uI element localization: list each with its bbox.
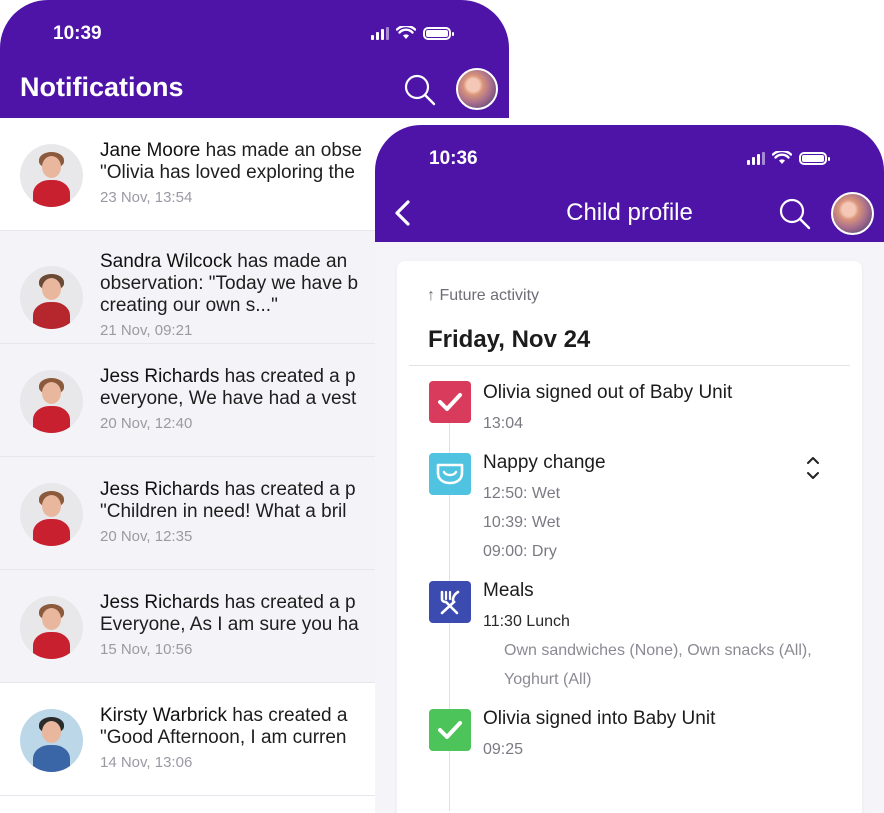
status-icons: [371, 26, 454, 40]
nappy-icon: [429, 453, 471, 495]
avatar[interactable]: [831, 192, 874, 235]
status-icons: [747, 151, 830, 165]
notification-text: has created a p: [219, 366, 356, 387]
sender-name: Kirsty Warbrick: [100, 705, 228, 726]
timestamp: 21 Nov, 09:21: [100, 322, 193, 339]
sender-name: Jane Moore: [100, 140, 201, 161]
timestamp: 20 Nov, 12:40: [100, 415, 193, 432]
avatar: [20, 596, 83, 659]
timestamp: 14 Nov, 13:06: [100, 754, 193, 771]
activity-time: 11:30 Lunch: [483, 613, 570, 630]
expand-collapse-icon[interactable]: [805, 454, 821, 487]
status-time: 10:39: [53, 23, 102, 44]
meal-details: Own sandwiches (None), Own snacks (All),…: [504, 642, 812, 688]
notification-preview: "Children in need! What a bril: [100, 501, 347, 522]
signal-icon: [371, 27, 389, 40]
avatar[interactable]: [456, 68, 498, 110]
activity-title: Olivia signed into Baby Unit: [483, 708, 716, 729]
avatar: [20, 370, 83, 433]
search-icon[interactable]: [403, 73, 437, 112]
avatar: [20, 709, 83, 772]
child-profile-header: 10:36 Child profile: [375, 125, 884, 242]
notification-preview: observation: "Today we have b: [100, 273, 359, 294]
checkbox-icon: [429, 709, 471, 751]
wifi-icon: [396, 26, 416, 40]
activity-time: 10:39: Wet: [483, 514, 561, 531]
activity-title: Nappy change: [483, 452, 606, 473]
activity-card: ↑ Future activity Friday, Nov 24 Olivia …: [397, 261, 862, 813]
notification-preview: creating our own s...": [100, 295, 278, 316]
avatar: [20, 144, 83, 207]
notification-text: has created a p: [219, 592, 356, 613]
timestamp: 23 Nov, 13:54: [100, 189, 193, 206]
notification-preview: everyone, We have had a vest: [100, 388, 357, 409]
notification-text: has made an obse: [200, 140, 362, 161]
notification-preview: "Olivia has loved exploring the: [100, 162, 355, 183]
avatar: [20, 483, 83, 546]
notification-text: has created a: [227, 705, 348, 726]
activity-time: 09:25: [483, 741, 524, 758]
sender-name: Jess Richards: [100, 366, 220, 387]
activity-time: 13:04: [483, 415, 524, 432]
timestamp: 20 Nov, 12:35: [100, 528, 193, 545]
battery-icon: [423, 27, 454, 40]
signal-icon: [747, 152, 765, 165]
notification-preview: "Good Afternoon, I am curren: [100, 727, 347, 748]
status-time: 10:36: [429, 148, 478, 169]
sender-name: Jess Richards: [100, 479, 220, 500]
notification-text: has created a p: [219, 479, 356, 500]
activity-title: Olivia signed out of Baby Unit: [483, 382, 733, 403]
future-activity-link[interactable]: ↑ Future activity: [427, 287, 539, 305]
page-title: Notifications: [20, 72, 184, 102]
notifications-header: 10:39 Notifications: [0, 0, 509, 118]
future-activity-label: Future activity: [439, 287, 540, 304]
day-heading: Friday, Nov 24: [428, 326, 591, 353]
sender-name: Sandra Wilcock: [100, 251, 232, 272]
activity-time: 09:00: Dry: [483, 543, 557, 560]
notification-preview: Everyone, As I am sure you ha: [100, 614, 359, 635]
cutlery-icon: [429, 581, 471, 623]
sender-name: Jess Richards: [100, 592, 220, 613]
checkbox-icon: [429, 381, 471, 423]
timestamp: 15 Nov, 10:56: [100, 641, 193, 658]
avatar: [20, 266, 83, 329]
divider: [409, 365, 850, 366]
wifi-icon: [772, 151, 792, 165]
child-profile-screen: 10:36 Child profile ↑ Future activity Fr…: [375, 125, 884, 813]
activity-time: 12:50: Wet: [483, 485, 561, 502]
battery-icon: [799, 152, 830, 165]
search-icon[interactable]: [778, 197, 812, 236]
notification-text: has made an: [232, 251, 348, 272]
activity-title: Meals: [483, 580, 534, 601]
arrow-up-icon: ↑: [427, 287, 435, 304]
